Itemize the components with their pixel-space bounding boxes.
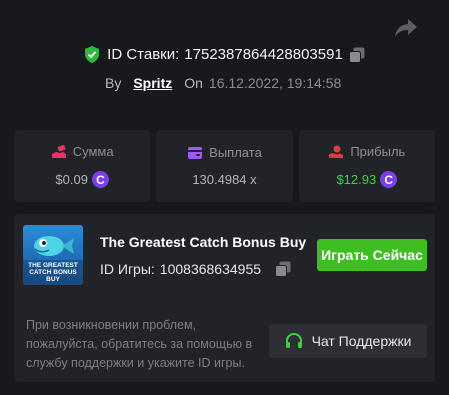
game-name: The Greatest Catch Bonus Buy <box>100 234 307 250</box>
by-label: By <box>105 75 122 91</box>
copy-game-id-icon[interactable] <box>275 261 291 277</box>
bet-id-label: ID Ставки: <box>107 46 180 63</box>
game-id-label: ID Игры: <box>100 261 155 277</box>
stat-profit-label: Прибыль <box>350 144 406 159</box>
stat-payout: Выплата 130.4984 x <box>156 130 293 202</box>
coin-icon: C <box>380 171 398 188</box>
support-help-text: При возникновении проблем, пожалуйста, о… <box>26 318 253 370</box>
wallet-icon <box>188 146 203 159</box>
hand-money-icon <box>51 144 66 158</box>
money-hand-icon <box>329 145 344 158</box>
bet-id-row: ID Ставки: 1752387864428803591 <box>0 46 449 63</box>
verified-shield-icon <box>85 46 100 63</box>
stat-profit-value: $12.93 <box>336 172 377 187</box>
stat-payout-label: Выплата <box>209 145 262 160</box>
stat-amount-label: Сумма <box>72 144 114 159</box>
stat-amount: Сумма $0.09 C <box>14 130 151 202</box>
game-thumbnail-title: THE GREATEST CATCH BONUS BUY <box>28 262 78 283</box>
stat-profit: Прибыль $12.93 C <box>298 130 435 202</box>
stat-amount-value: $0.09 <box>55 172 88 187</box>
game-id-row: ID Игры: 1008368634955 <box>100 261 291 277</box>
bet-stats: Сумма $0.09 C Выплата 130.4984 x Прибыль <box>14 130 435 202</box>
play-now-button[interactable]: Играть Сейчас <box>317 239 427 271</box>
game-thumbnail[interactable]: THE GREATEST CATCH BONUS BUY <box>23 225 83 285</box>
headset-icon <box>285 332 302 348</box>
support-chat-button[interactable]: Чат Поддержки <box>269 324 427 358</box>
copy-bet-id-icon[interactable] <box>348 47 365 63</box>
game-id-value: 1008368634955 <box>159 261 262 277</box>
bet-date: 16.12.2022, 19:14:58 <box>208 75 342 91</box>
stat-payout-value: 130.4984 x <box>192 172 257 187</box>
bet-id-value: 1752387864428803591 <box>184 46 343 63</box>
username-link[interactable]: Spritz <box>133 75 172 91</box>
share-icon[interactable] <box>394 17 418 39</box>
game-card: THE GREATEST CATCH BONUS BUY The Greates… <box>14 214 435 382</box>
coin-icon: C <box>91 171 109 188</box>
support-chat-label: Чат Поддержки <box>311 333 412 349</box>
on-label: On <box>184 75 203 91</box>
bet-author-row: By Spritz On 16.12.2022, 19:14:58 <box>105 75 341 91</box>
